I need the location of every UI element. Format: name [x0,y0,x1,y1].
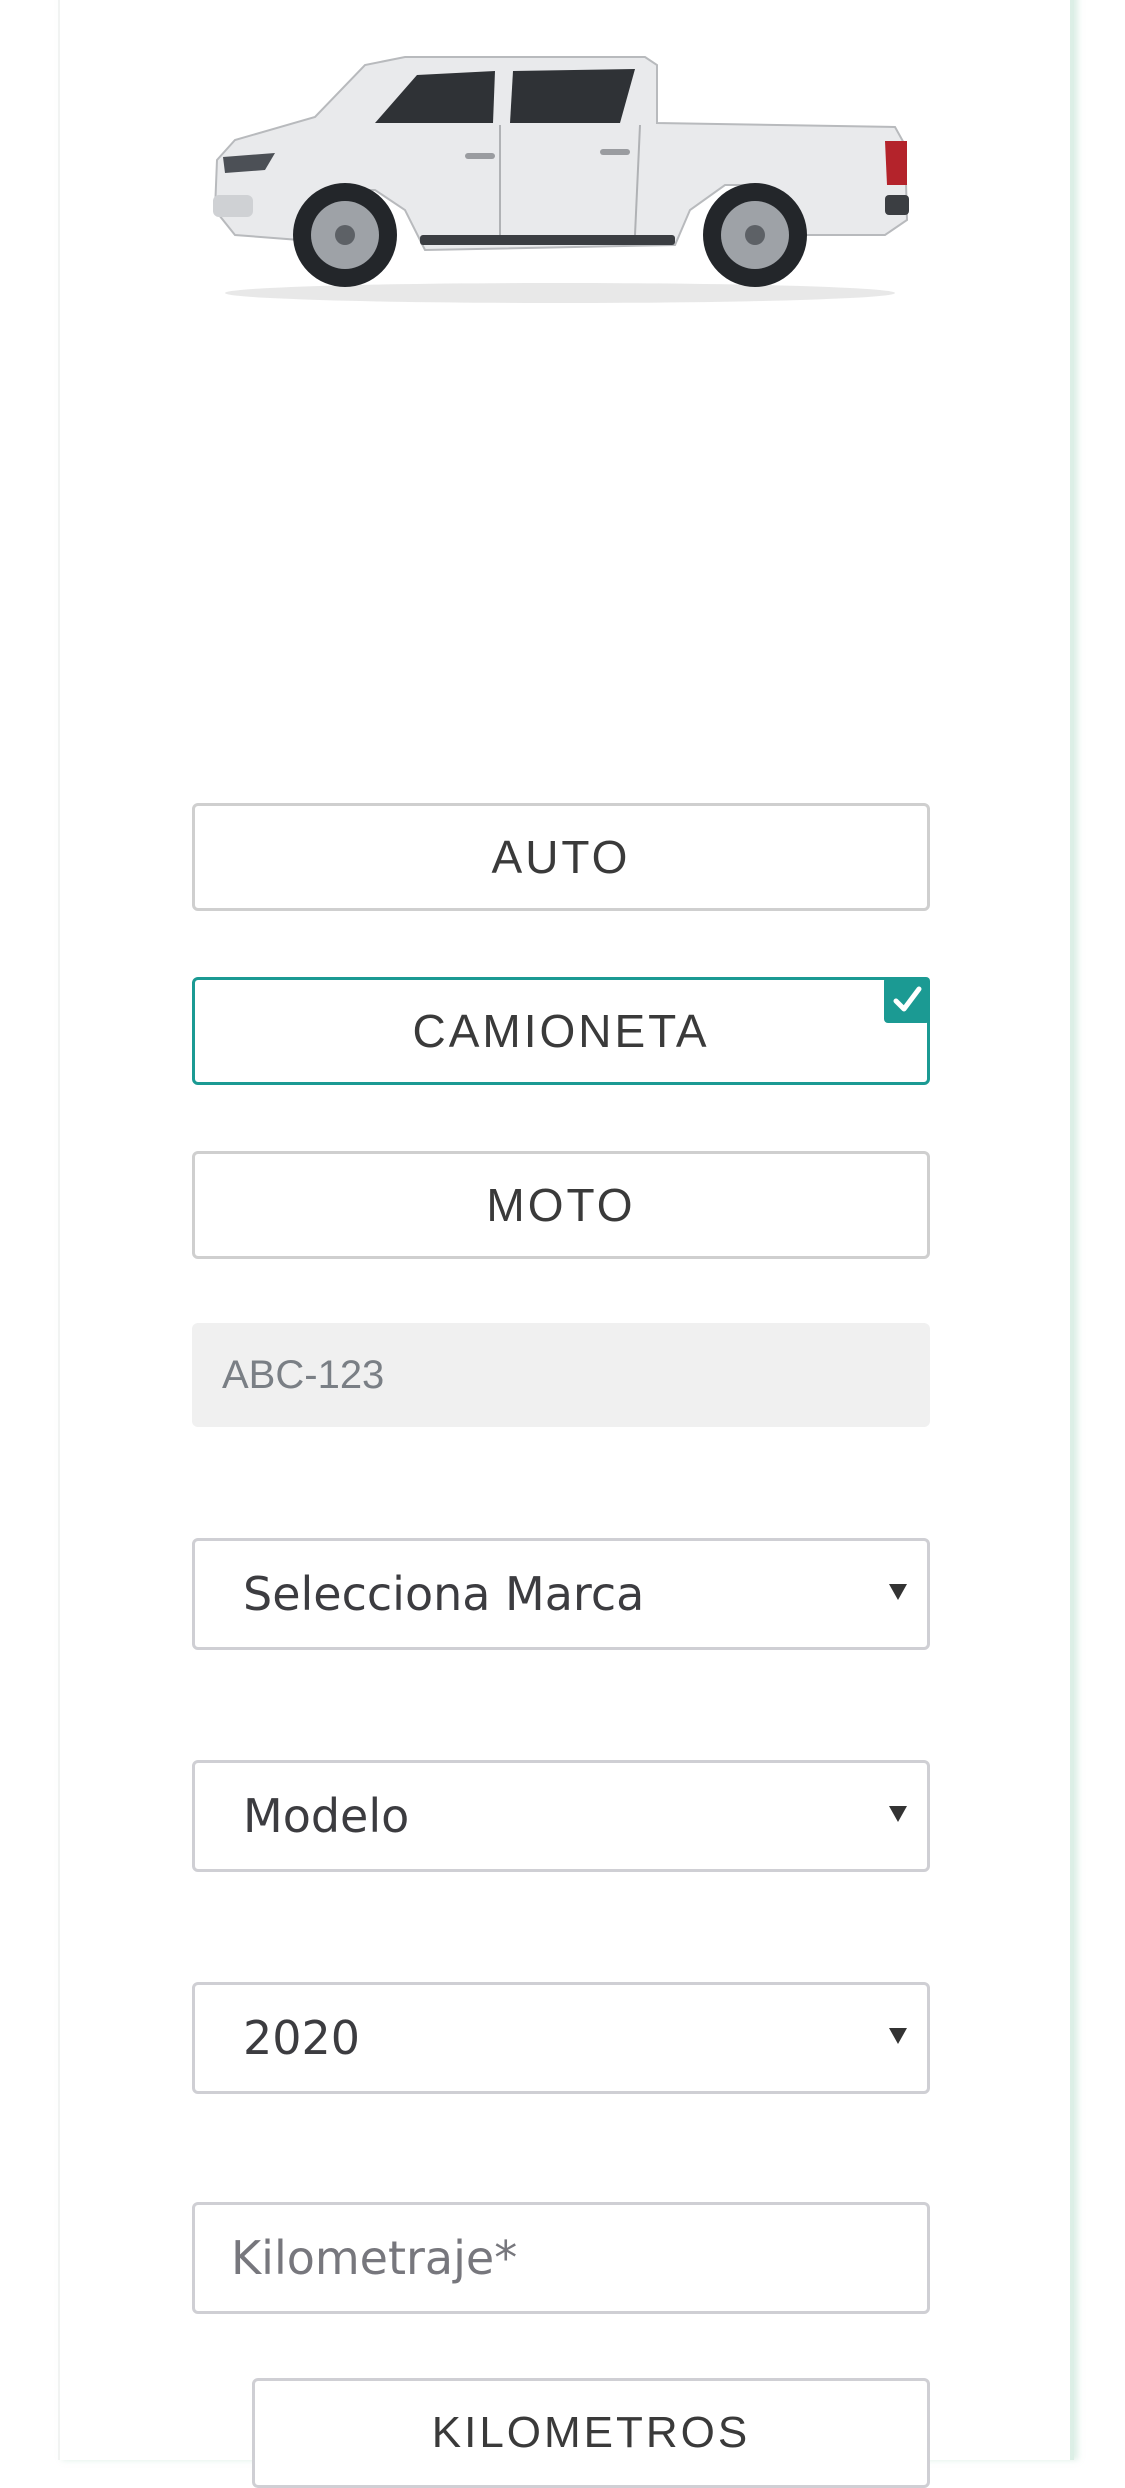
mileage-input[interactable] [192,2202,930,2314]
check-icon [884,977,930,1023]
brand-select-value: Selecciona Marca [243,1567,645,1621]
caret-down-icon [889,1584,907,1600]
vehicle-type-auto-button[interactable]: AUTO [192,803,930,911]
model-select[interactable]: Modelo [192,1760,930,1872]
vehicle-type-label: MOTO [486,1179,636,1231]
caret-down-icon [889,2028,907,2044]
vehicle-type-label: AUTO [491,831,631,883]
unit-kilometros-button[interactable]: KILOMETROS [252,2378,930,2488]
vehicle-image [213,56,909,303]
vehicle-type-label: CAMIONETA [412,1005,710,1057]
model-select-value: Modelo [243,1789,410,1843]
vehicle-type-camioneta-button[interactable]: CAMIONETA [192,977,930,1085]
vehicle-type-moto-button[interactable]: MOTO [192,1151,930,1259]
unit-button-label: KILOMETROS [431,2408,751,2457]
year-select-value: 2020 [243,2011,361,2065]
year-select[interactable]: 2020 [192,1982,930,2094]
brand-select[interactable]: Selecciona Marca [192,1538,930,1650]
plate-input[interactable] [192,1323,930,1427]
caret-down-icon [889,1806,907,1822]
